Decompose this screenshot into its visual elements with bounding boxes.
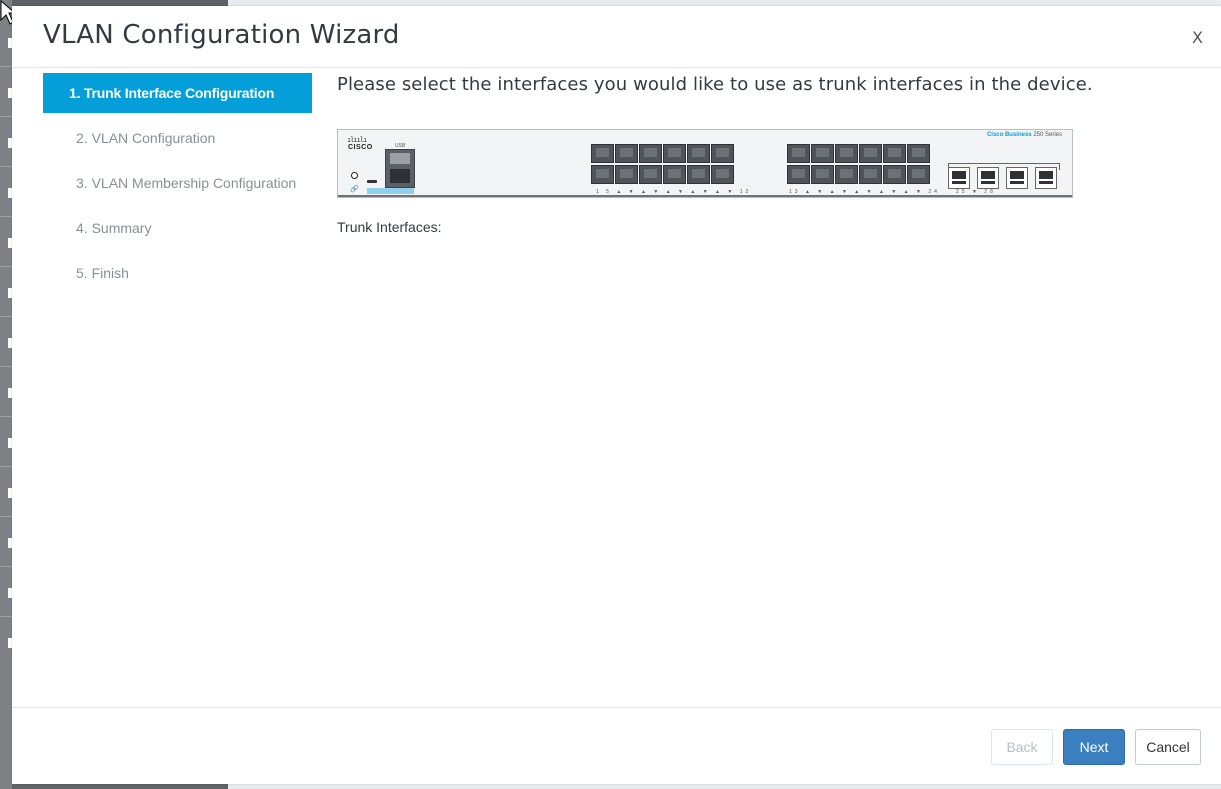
port-group-1-12	[591, 144, 734, 184]
port[interactable]	[687, 144, 710, 163]
wizard-title: VLAN Configuration Wizard	[43, 20, 400, 50]
port[interactable]	[591, 144, 614, 163]
sfp-labels: 25 ▼ 28	[956, 189, 996, 195]
port[interactable]	[835, 165, 858, 184]
step-vlan-membership-configuration[interactable]: 3. VLAN Membership Configuration	[43, 163, 312, 203]
modal-header: VLAN Configuration Wizard X	[12, 6, 1221, 68]
port[interactable]	[787, 144, 810, 163]
port-group-2-labels: 13 ▲ ▼ ▲ ▼ ▲ ▼ ▲ ▼ ▲ ▼ 24	[789, 189, 940, 195]
step-vlan-configuration[interactable]: 2. VLAN Configuration	[43, 118, 312, 158]
port[interactable]	[639, 144, 662, 163]
link-icon: 🔗	[350, 186, 359, 193]
port[interactable]	[811, 144, 834, 163]
cisco-logo-text: CISCO	[348, 144, 373, 151]
device-brand: Cisco Business 250 Series	[986, 132, 1062, 138]
port[interactable]	[907, 165, 930, 184]
console-port	[367, 180, 377, 183]
wizard-modal: VLAN Configuration Wizard X 1. Trunk Int…	[12, 6, 1221, 784]
port[interactable]	[883, 165, 906, 184]
port[interactable]	[663, 144, 686, 163]
port[interactable]	[787, 165, 810, 184]
port[interactable]	[591, 165, 614, 184]
step-trunk-interface-configuration[interactable]: 1. Trunk Interface Configuration	[43, 73, 312, 113]
background-sidebar	[0, 0, 12, 789]
port[interactable]	[711, 165, 734, 184]
port[interactable]	[883, 144, 906, 163]
port-group-13-24	[787, 144, 930, 184]
instruction-text: Please select the interfaces you would l…	[337, 74, 1093, 95]
step-summary[interactable]: 4. Summary	[43, 208, 312, 248]
port[interactable]	[711, 144, 734, 163]
power-led-icon	[351, 172, 358, 179]
sfp-port[interactable]	[1006, 167, 1028, 189]
port[interactable]	[811, 165, 834, 184]
port[interactable]	[835, 144, 858, 163]
port[interactable]	[687, 165, 710, 184]
port[interactable]	[663, 165, 686, 184]
port[interactable]	[859, 165, 882, 184]
trunk-interfaces-label: Trunk Interfaces:	[337, 219, 442, 235]
port[interactable]	[615, 144, 638, 163]
management-port	[385, 149, 415, 188]
sfp-port[interactable]	[977, 167, 999, 189]
modal-footer: Back Next Cancel	[12, 707, 1221, 785]
port-group-1-labels: 1 5 ▲ ▼ ▲ ▼ ▲ ▼ ▲ ▼ ▲ ▼ 12	[596, 189, 752, 195]
port[interactable]	[859, 144, 882, 163]
port[interactable]	[615, 165, 638, 184]
sfp-port[interactable]	[948, 167, 970, 189]
cancel-button[interactable]: Cancel	[1135, 729, 1201, 765]
wizard-steps: 1. Trunk Interface Configuration 2. VLAN…	[43, 73, 312, 298]
back-button[interactable]: Back	[991, 729, 1053, 765]
port[interactable]	[907, 144, 930, 163]
sfp-port[interactable]	[1035, 167, 1057, 189]
switch-front-panel: ılıılı CISCO 🔗 USB Cisco Business 250 Se…	[337, 129, 1073, 198]
cisco-logo-icon: ılıılı	[347, 136, 367, 144]
port[interactable]	[639, 165, 662, 184]
step-content: Please select the interfaces you would l…	[337, 73, 1197, 235]
step-finish[interactable]: 5. Finish	[43, 253, 312, 293]
management-port-bar	[367, 188, 414, 194]
next-button[interactable]: Next	[1063, 729, 1125, 765]
close-button[interactable]: X	[1190, 26, 1205, 49]
